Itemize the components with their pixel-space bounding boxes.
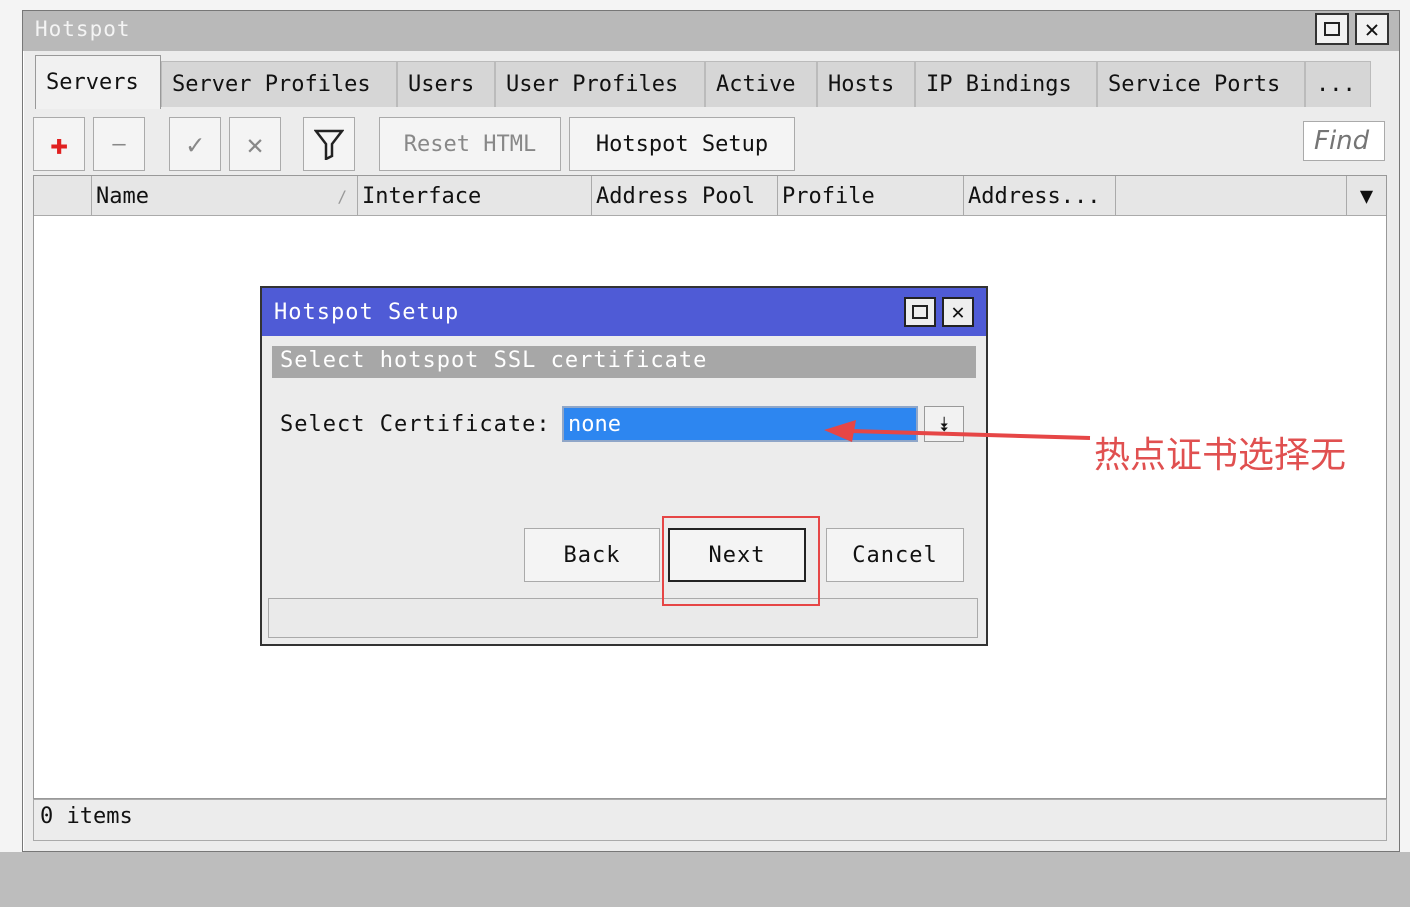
column-header-address-pool[interactable]: Address Pool <box>592 176 778 216</box>
tab-hosts[interactable]: Hosts <box>817 61 915 107</box>
maximize-icon <box>912 305 928 319</box>
tab-ip-bindings[interactable]: IP Bindings <box>915 61 1097 107</box>
tab-label: Service Ports <box>1108 72 1281 97</box>
tab-label: Server Profiles <box>172 72 371 97</box>
dialog-status-bar <box>268 598 978 638</box>
find-input[interactable] <box>1303 121 1385 161</box>
tab-label: Hosts <box>828 72 895 97</box>
dialog-close-button[interactable]: ✕ <box>942 297 974 327</box>
column-header-profile[interactable]: Profile <box>778 176 964 216</box>
column-menu-button[interactable]: ▼ <box>1346 176 1386 216</box>
enable-button[interactable]: ✓ <box>169 117 221 171</box>
certificate-dropdown-button[interactable]: ⯯ <box>924 406 964 442</box>
close-icon: ✕ <box>951 299 965 325</box>
next-highlight-box <box>662 516 820 606</box>
window-titlebar[interactable]: Hotspot ✕ <box>23 11 1399 51</box>
dropdown-arrow-icon: ⯯ <box>938 412 950 436</box>
tab-label: IP Bindings <box>926 72 1072 97</box>
column-header-select[interactable] <box>34 176 92 216</box>
close-icon: ✕ <box>1364 15 1380 43</box>
maximize-icon <box>1324 22 1340 36</box>
maximize-button[interactable] <box>1315 13 1349 45</box>
step-header: Select hotspot SSL certificate <box>272 346 976 378</box>
tab-label: Users <box>408 72 475 97</box>
status-bar: 0 items <box>33 799 1387 841</box>
tab-servers[interactable]: Servers <box>35 55 161 109</box>
cross-icon: ✕ <box>246 127 264 161</box>
filter-button[interactable] <box>303 117 355 171</box>
table-header: Name / Interface Address Pool Profile Ad… <box>34 176 1386 216</box>
tab-user-profiles[interactable]: User Profiles <box>495 61 705 107</box>
column-label: Name <box>96 183 149 209</box>
column-header-address[interactable]: Address... <box>964 176 1116 216</box>
check-icon: ✓ <box>186 127 204 161</box>
step-title: Select hotspot SSL certificate <box>280 348 708 373</box>
tab-more[interactable]: ... <box>1305 61 1371 107</box>
bottom-bar <box>0 852 1410 907</box>
certificate-label: Select Certificate: <box>280 412 551 437</box>
cancel-button[interactable]: Cancel <box>826 528 964 582</box>
dialog-titlebar[interactable]: Hotspot Setup ✕ <box>262 288 986 336</box>
back-button[interactable]: Back <box>524 528 660 582</box>
hotspot-setup-dialog: Hotspot Setup ✕ Select hotspot SSL certi… <box>260 286 988 646</box>
remove-button[interactable]: — <box>93 117 145 171</box>
filter-icon <box>314 129 344 160</box>
tab-label: Active <box>716 72 796 97</box>
tab-server-profiles[interactable]: Server Profiles <box>161 61 397 107</box>
column-header-name[interactable]: Name / <box>92 176 358 216</box>
tab-active[interactable]: Active <box>705 61 817 107</box>
dialog-maximize-button[interactable] <box>904 297 936 327</box>
disable-button[interactable]: ✕ <box>229 117 281 171</box>
sort-icon: / <box>337 186 347 206</box>
tab-label: Servers <box>46 70 139 95</box>
tab-label: User Profiles <box>506 72 679 97</box>
chevron-down-icon: ▼ <box>1359 183 1374 209</box>
minus-icon: — <box>112 131 126 157</box>
tab-service-ports[interactable]: Service Ports <box>1097 61 1305 107</box>
annotation-text: 热点证书选择无 <box>1094 435 1347 476</box>
close-button[interactable]: ✕ <box>1355 13 1389 45</box>
dialog-title: Hotspot Setup <box>274 300 460 325</box>
add-button[interactable]: ✚ <box>33 117 85 171</box>
hotspot-setup-button[interactable]: Hotspot Setup <box>569 117 795 171</box>
window-title: Hotspot <box>35 17 131 41</box>
column-header-interface[interactable]: Interface <box>358 176 592 216</box>
plus-icon: ✚ <box>49 126 69 162</box>
reset-html-button[interactable]: Reset HTML <box>379 117 561 171</box>
tab-label: ... <box>1316 72 1356 97</box>
tab-users[interactable]: Users <box>397 61 495 107</box>
certificate-select[interactable] <box>562 406 918 442</box>
